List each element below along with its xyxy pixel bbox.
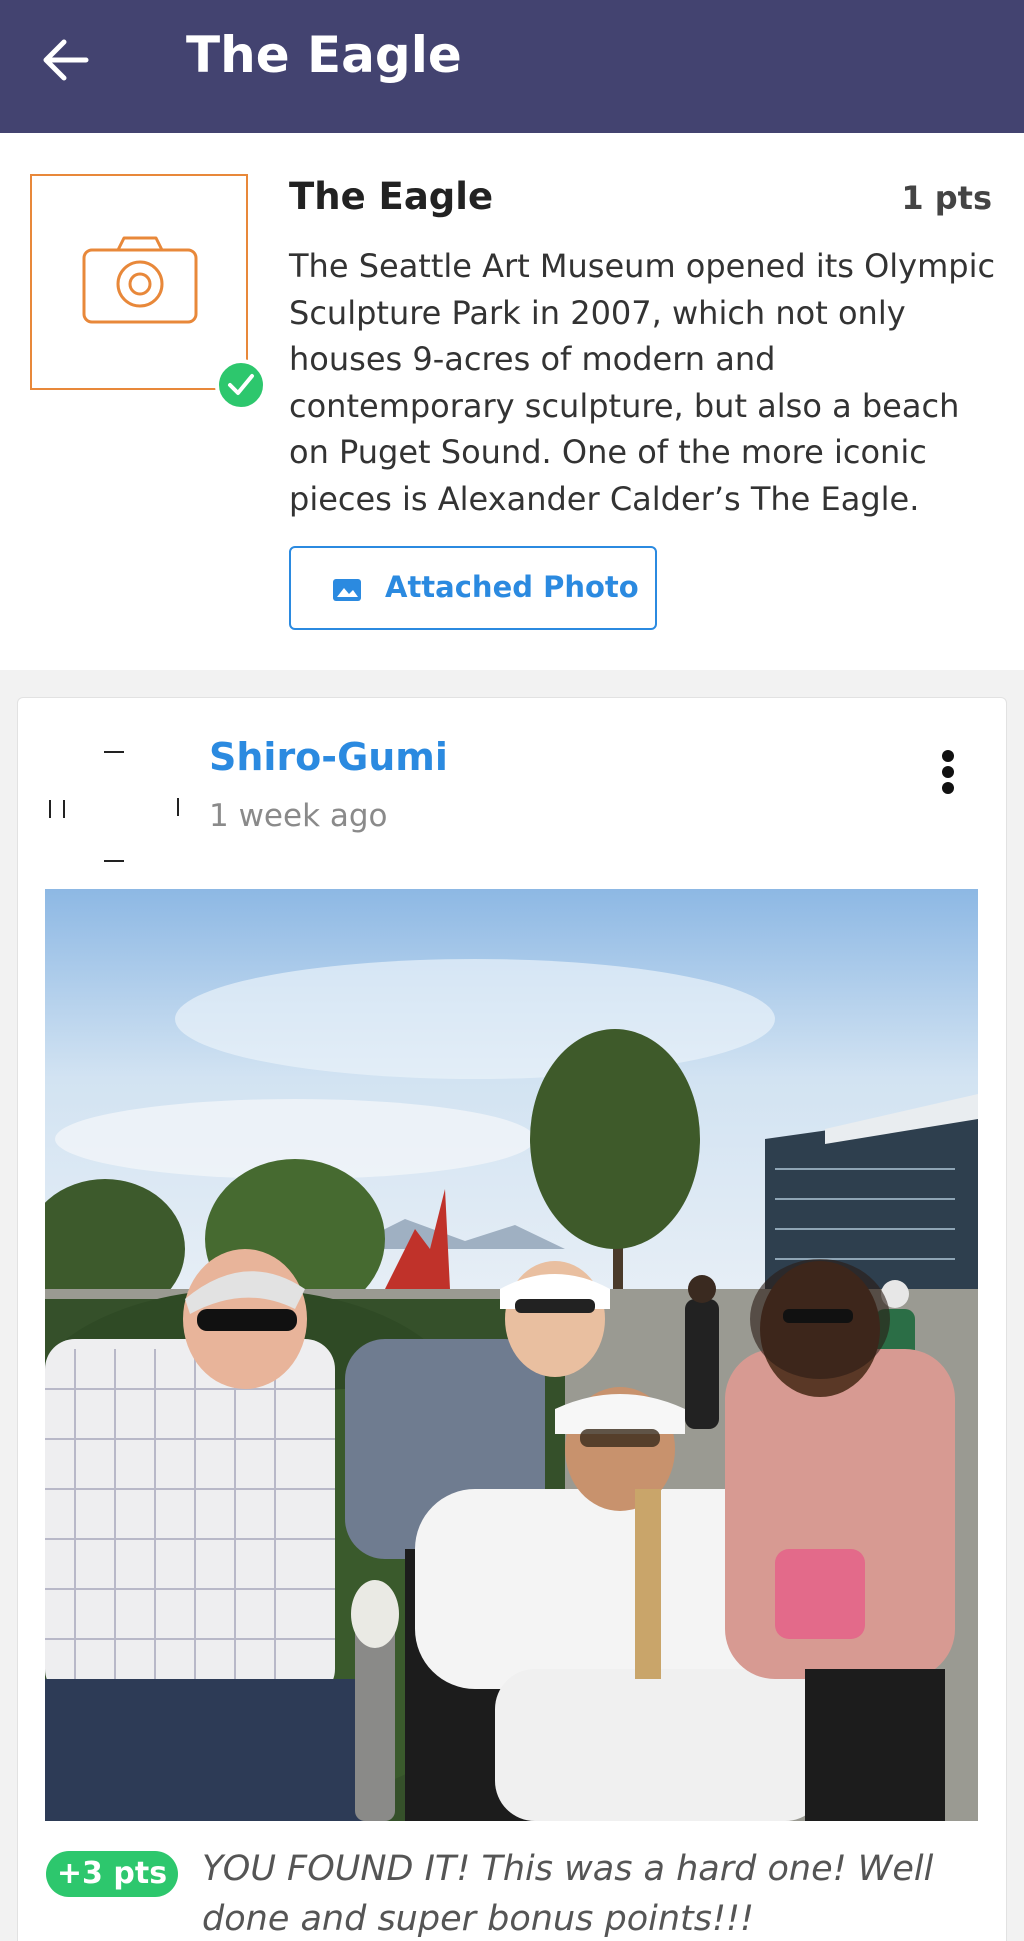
submission-photo[interactable]	[45, 889, 978, 1821]
submission-card: Shiro-Gumi 1 week ago +3 pts YOU FOUND I…	[17, 697, 1007, 1941]
image-icon	[332, 578, 362, 606]
mission-points: 1 pts	[901, 179, 992, 217]
mission-thumbnail[interactable]	[30, 174, 248, 390]
attached-photo-button[interactable]: Attached Photo	[289, 546, 657, 630]
more-vertical-icon[interactable]	[934, 746, 964, 796]
attached-photo-label: Attached Photo	[385, 570, 639, 604]
avatar[interactable]	[46, 728, 201, 864]
mission-description: The Seattle Art Museum opened its Olympi…	[289, 247, 996, 518]
app-bar: The Eagle	[0, 0, 1024, 133]
arrow-left-icon[interactable]	[36, 30, 96, 90]
check-icon	[215, 359, 267, 411]
camera-icon	[82, 236, 198, 328]
post-comment: YOU FOUND IT! This was a hard one! Well …	[202, 1849, 934, 1939]
post-username[interactable]: Shiro-Gumi	[209, 735, 448, 779]
mission-title: The Eagle	[289, 175, 494, 218]
points-badge: +3 pts	[46, 1851, 178, 1897]
page-title: The Eagle	[186, 26, 462, 84]
mission-card: The Eagle 1 pts The Seattle Art Museum o…	[0, 133, 1024, 670]
post-timestamp: 1 week ago	[209, 798, 388, 834]
